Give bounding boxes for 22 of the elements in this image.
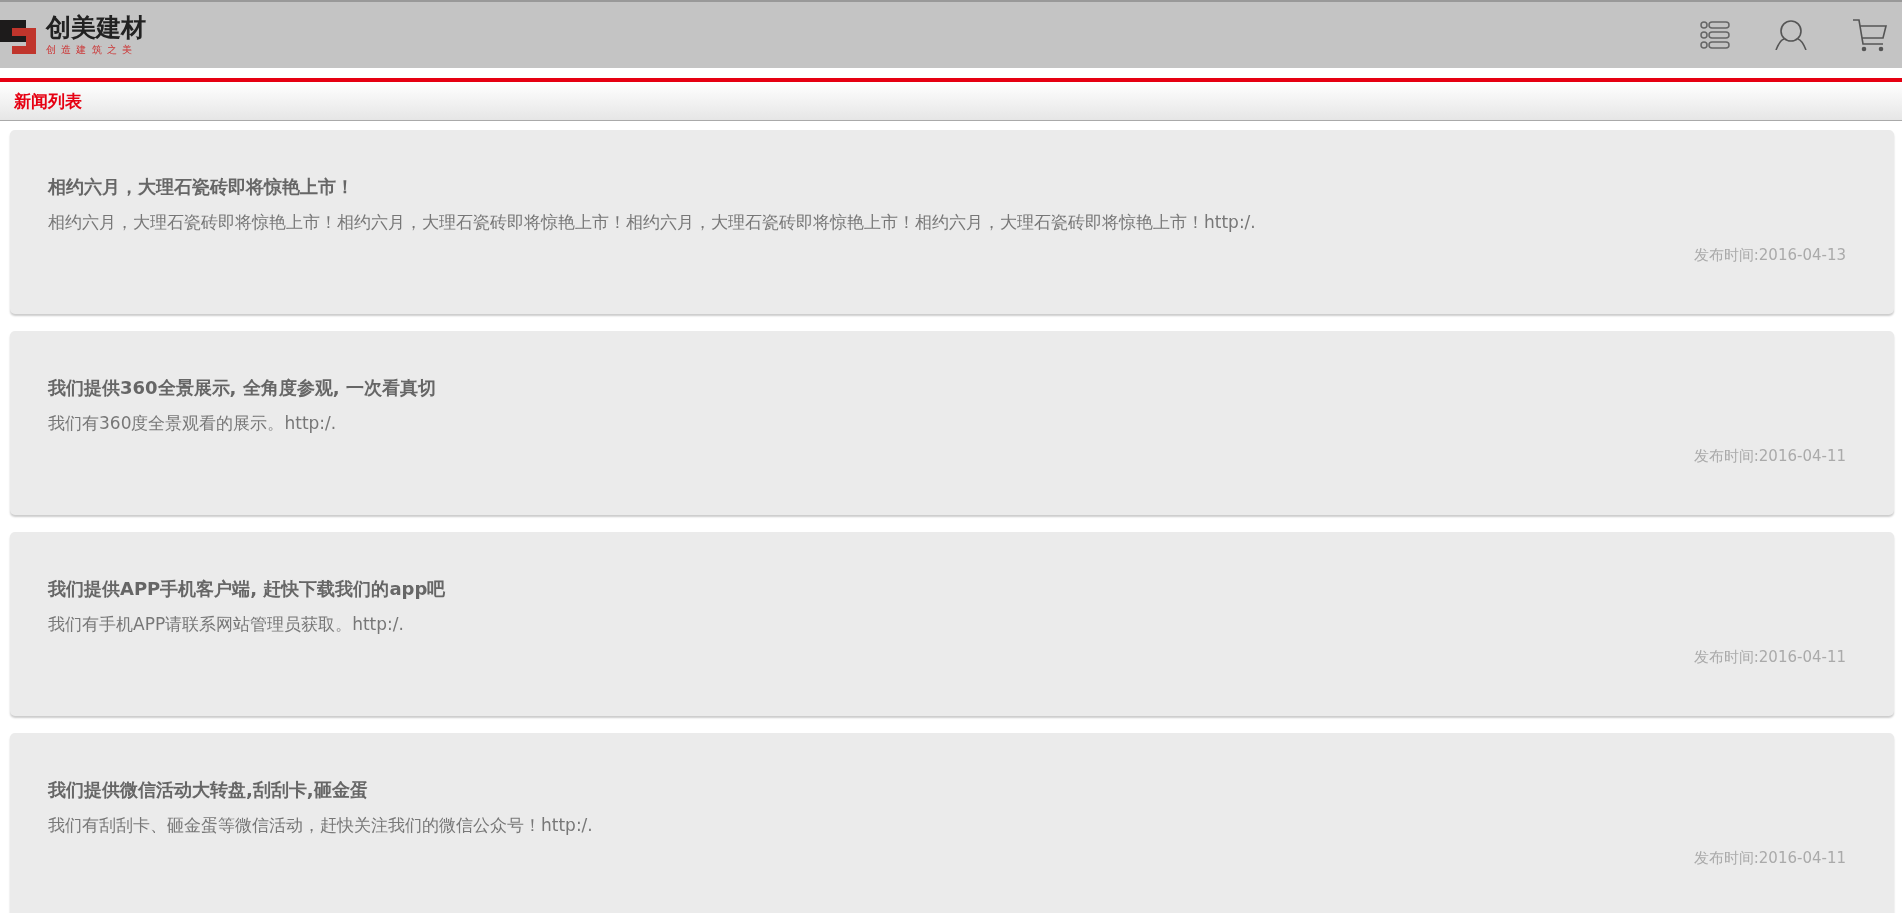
logo-name: 创美建材 [46, 13, 146, 43]
menu-icon[interactable] [1700, 20, 1730, 50]
news-title[interactable]: 相约六月，大理石瓷砖即将惊艳上市！ [48, 174, 1846, 200]
section-title: 新闻列表 [14, 89, 82, 113]
news-summary: 我们有360度全景观看的展示。http:/. [48, 412, 338, 435]
logo-slogan: 创 造 建 筑 之 美 [46, 43, 134, 57]
publish-date: 发布时间:2016-04-13 [1693, 246, 1846, 265]
cart-icon[interactable] [1852, 18, 1888, 52]
news-summary: 我们有刮刮卡、砸金蛋等微信活动，赶快关注我们的微信公众号！http:/. [48, 814, 594, 837]
news-card[interactable]: 我们提供360全景展示, 全角度参观, 一次看真切 我们有360度全景观看的展示。http:/. 发布时间:2016-04-11 [10, 331, 1894, 515]
news-title[interactable]: 我们提供360全景展示, 全角度参观, 一次看真切 [48, 375, 1846, 401]
news-card[interactable]: 我们提供APP手机客户端, 赶快下载我们的app吧 我们有手机APP请联系网站管理员获取。http:/. 发布时间:2016-04-11 [10, 532, 1894, 716]
news-title[interactable]: 我们提供微信活动大转盘,刮刮卡,砸金蛋 [48, 777, 1846, 803]
news-summary: 我们有手机APP请联系网站管理员获取。http:/. [48, 613, 405, 636]
news-title[interactable]: 我们提供APP手机客户端, 赶快下载我们的app吧 [48, 576, 1846, 602]
news-card[interactable]: 相约六月，大理石瓷砖即将惊艳上市！ 相约六月，大理石瓷砖即将惊艳上市！相约六月，大理石瓷砖即将惊艳上市！相约六月，大理石瓷砖即将惊艳上市！相约六月，大理石瓷砖即将惊艳上市！http:/. 发布时间:2016-04-13 [10, 130, 1894, 314]
publish-date: 发布时间:2016-04-11 [1693, 447, 1846, 466]
news-summary: 相约六月，大理石瓷砖即将惊艳上市！相约六月，大理石瓷砖即将惊艳上市！相约六月，大理石瓷砖即将惊艳上市！相约六月，大理石瓷砖即将惊艳上市！http:/. [48, 211, 1257, 234]
publish-date: 发布时间:2016-04-11 [1693, 849, 1846, 868]
news-card[interactable]: 我们提供微信活动大转盘,刮刮卡,砸金蛋 我们有刮刮卡、砸金蛋等微信活动，赶快关注我们的微信公众号！http:/. 发布时间:2016-04-11 [10, 733, 1894, 913]
user-icon[interactable] [1774, 20, 1808, 50]
publish-date: 发布时间:2016-04-11 [1693, 648, 1846, 667]
